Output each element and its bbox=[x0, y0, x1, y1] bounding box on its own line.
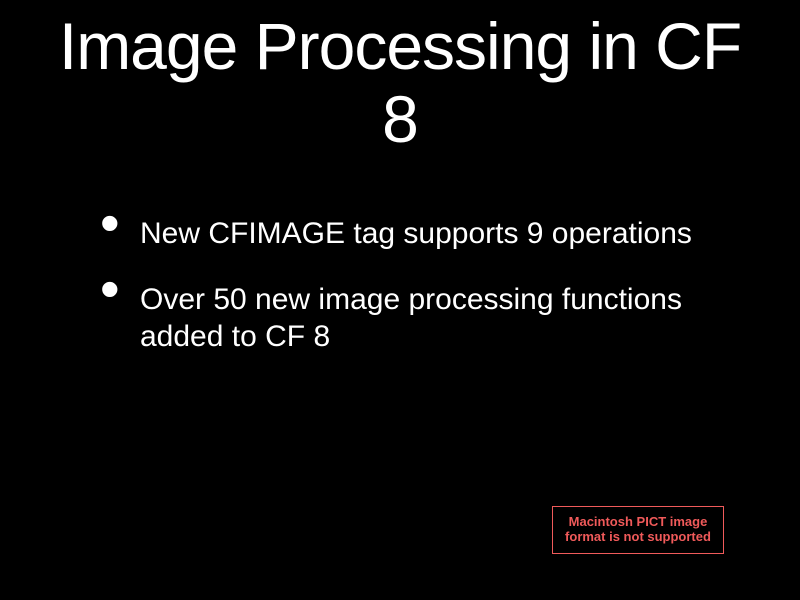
bullet-item: New CFIMAGE tag supports 9 operations bbox=[100, 215, 760, 253]
bullet-list: New CFIMAGE tag supports 9 operations Ov… bbox=[100, 215, 760, 356]
slide-title: Image Processing in CF 8 bbox=[40, 10, 760, 155]
macintosh-pict-notice: Macintosh PICT image format is not suppo… bbox=[552, 506, 724, 554]
bullet-item: Over 50 new image processing functions a… bbox=[100, 281, 760, 356]
slide-content: New CFIMAGE tag supports 9 operations Ov… bbox=[40, 215, 760, 356]
slide: Image Processing in CF 8 New CFIMAGE tag… bbox=[0, 0, 800, 600]
